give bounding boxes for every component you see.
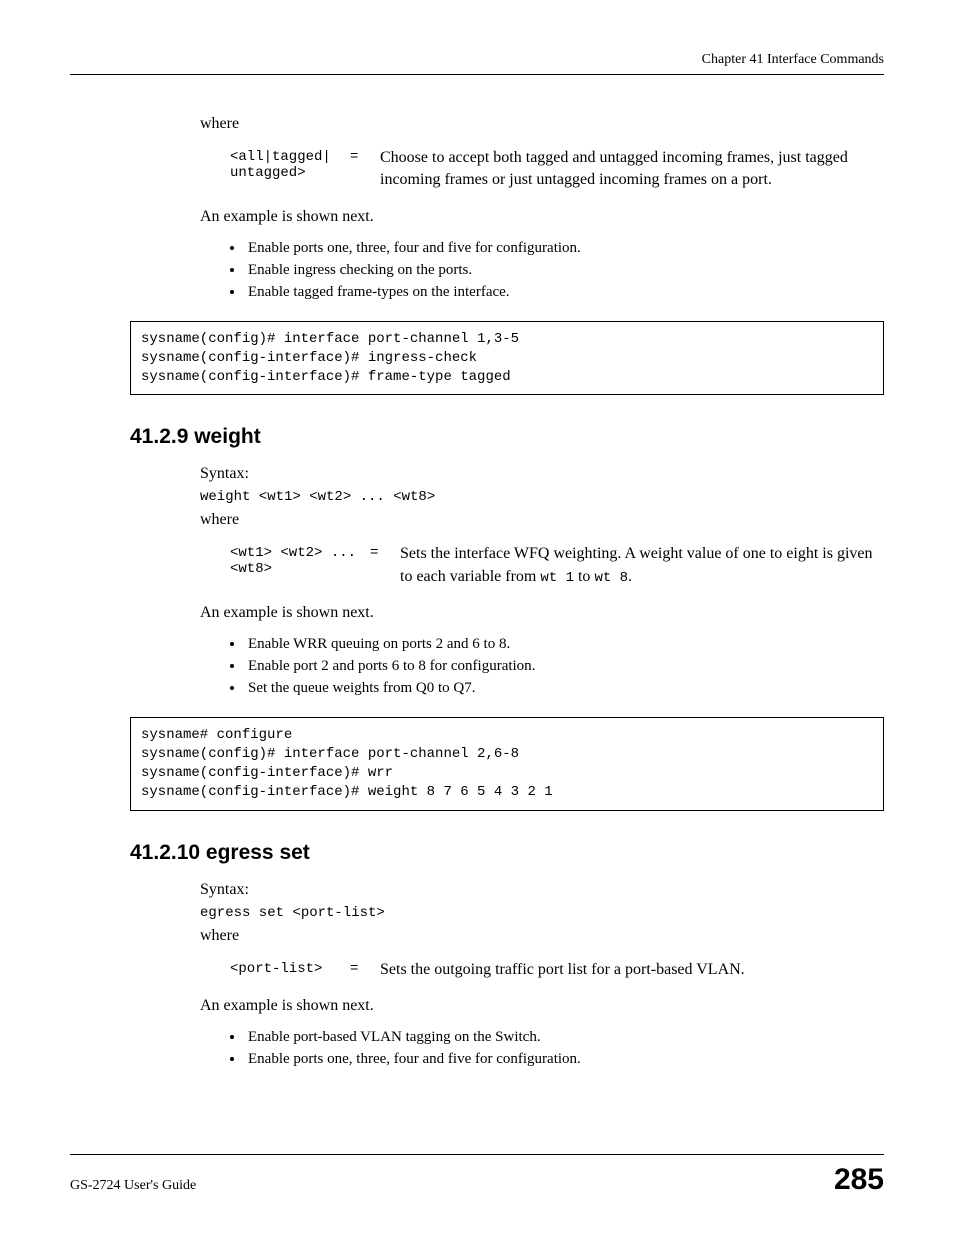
where-label-3: where bbox=[200, 927, 884, 945]
code-block-1: sysname(config)# interface port-channel … bbox=[130, 321, 884, 396]
footer-guide-name: GS-2724 User's Guide bbox=[70, 1178, 196, 1194]
param-desc-text-mid: to bbox=[574, 568, 594, 585]
param-desc-1: Choose to accept both tagged and untagge… bbox=[380, 147, 884, 192]
bullet-list-1: Enable ports one, three, four and five f… bbox=[245, 240, 884, 301]
syntax-label-2: Syntax: bbox=[200, 465, 884, 483]
header-rule bbox=[70, 74, 884, 75]
param-row-1: <all|tagged| untagged> = Choose to accep… bbox=[230, 147, 884, 192]
where-label-2: where bbox=[200, 511, 884, 529]
where-label-1: where bbox=[200, 115, 884, 133]
header-chapter: Chapter 41 Interface Commands bbox=[70, 52, 884, 68]
param-desc-text-pre: Sets the interface WFQ weighting. A weig… bbox=[400, 545, 873, 584]
syntax-code-3: egress set <port-list> bbox=[200, 905, 884, 921]
param-key-2: <wt1> <wt2> ... <wt8> bbox=[230, 543, 370, 577]
page-footer: GS-2724 User's Guide 285 bbox=[70, 1154, 884, 1197]
bullet-list-2: Enable WRR queuing on ports 2 and 6 to 8… bbox=[245, 636, 884, 697]
param-key-3: <port-list> bbox=[230, 959, 350, 977]
bullet-item: Enable ports one, three, four and five f… bbox=[245, 240, 884, 257]
bullet-item: Enable port 2 and ports 6 to 8 for confi… bbox=[245, 658, 884, 675]
param-desc-3: Sets the outgoing traffic port list for … bbox=[380, 959, 884, 981]
footer-rule bbox=[70, 1154, 884, 1155]
param-row-3: <port-list> = Sets the outgoing traffic … bbox=[230, 959, 884, 981]
section-heading-egress: 41.2.10 egress set bbox=[130, 841, 884, 865]
bullet-item: Enable ports one, three, four and five f… bbox=[245, 1051, 884, 1068]
footer-page-number: 285 bbox=[834, 1163, 884, 1197]
bullet-list-3: Enable port-based VLAN tagging on the Sw… bbox=[245, 1029, 884, 1068]
param-eq-3: = bbox=[350, 959, 380, 977]
example-intro-1: An example is shown next. bbox=[200, 208, 884, 226]
syntax-label-3: Syntax: bbox=[200, 881, 884, 899]
syntax-code-2: weight <wt1> <wt2> ... <wt8> bbox=[200, 489, 884, 505]
example-intro-3: An example is shown next. bbox=[200, 997, 884, 1015]
param-desc-2: Sets the interface WFQ weighting. A weig… bbox=[400, 543, 884, 588]
example-intro-2: An example is shown next. bbox=[200, 604, 884, 622]
bullet-item: Enable ingress checking on the ports. bbox=[245, 262, 884, 279]
param-desc-text-end: . bbox=[628, 568, 632, 585]
param-key-1: <all|tagged| untagged> bbox=[230, 147, 350, 181]
param-row-2: <wt1> <wt2> ... <wt8> = Sets the interfa… bbox=[230, 543, 884, 588]
section-heading-weight: 41.2.9 weight bbox=[130, 425, 884, 449]
param-eq-1: = bbox=[350, 147, 380, 165]
inline-code-wt1: wt 1 bbox=[540, 570, 574, 586]
bullet-item: Enable WRR queuing on ports 2 and 6 to 8… bbox=[245, 636, 884, 653]
bullet-item: Set the queue weights from Q0 to Q7. bbox=[245, 680, 884, 697]
param-eq-2: = bbox=[370, 543, 400, 561]
bullet-item: Enable tagged frame-types on the interfa… bbox=[245, 284, 884, 301]
bullet-item: Enable port-based VLAN tagging on the Sw… bbox=[245, 1029, 884, 1046]
code-block-2: sysname# configure sysname(config)# inte… bbox=[130, 717, 884, 811]
inline-code-wt8: wt 8 bbox=[594, 570, 628, 586]
